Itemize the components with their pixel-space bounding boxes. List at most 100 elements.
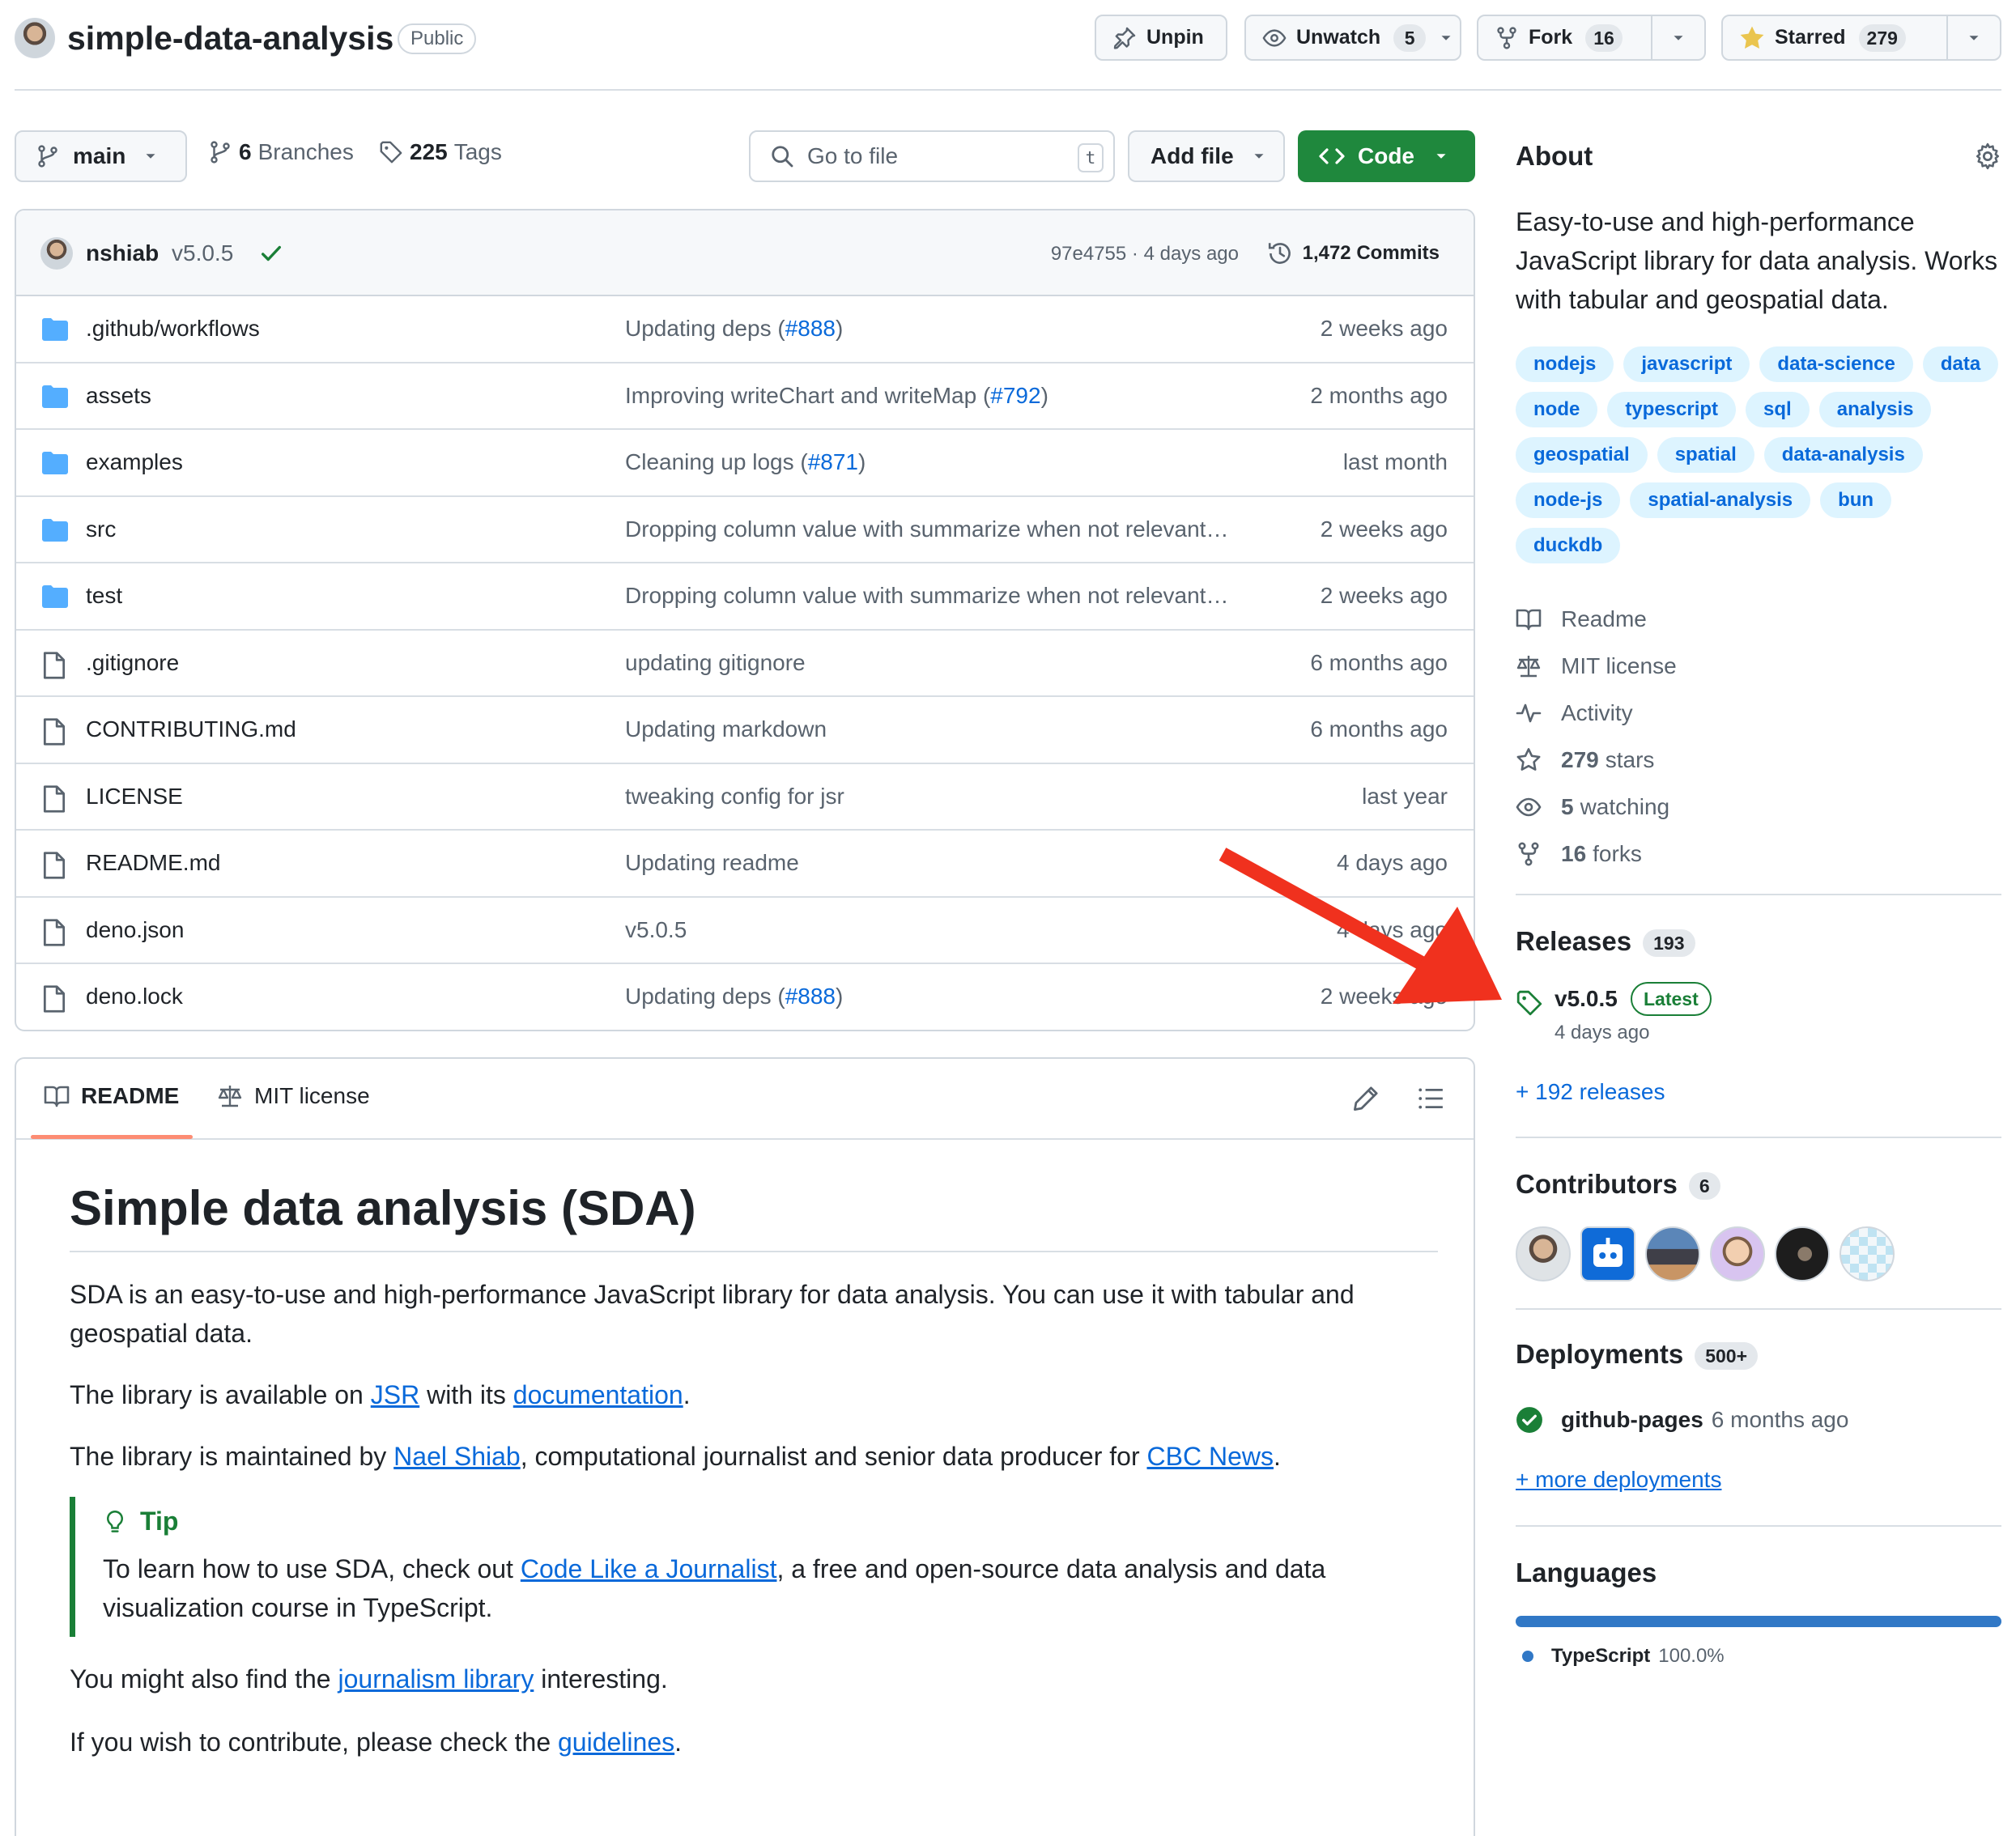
contributor-avatar[interactable] <box>1710 1226 1765 1281</box>
documentation-link[interactable]: documentation <box>513 1380 683 1409</box>
file-commit-message[interactable]: Updating deps (#888) <box>625 316 843 342</box>
file-name[interactable]: .gitignore <box>86 650 179 676</box>
more-deployments-link[interactable]: + more deployments <box>1516 1467 1721 1493</box>
file-name[interactable]: test <box>86 583 122 609</box>
stars-link[interactable]: 279 stars <box>1516 737 1677 784</box>
pencil-icon[interactable] <box>1352 1085 1380 1112</box>
topic-tag[interactable]: spatial-analysis <box>1630 482 1811 518</box>
contributor-avatar[interactable] <box>1516 1226 1571 1281</box>
topic-tag[interactable]: data <box>1922 346 1999 382</box>
table-row[interactable]: test Dropping column value with summarize… <box>16 563 1474 631</box>
commit-message[interactable]: v5.0.5 <box>172 240 233 266</box>
fork-dropdown[interactable] <box>1651 16 1704 59</box>
topic-tag[interactable]: bun <box>1820 482 1892 518</box>
table-row[interactable]: LICENSE tweaking config for jsr last year <box>16 764 1474 831</box>
topic-tag[interactable]: data-analysis <box>1763 437 1923 473</box>
nael-shiab-link[interactable]: Nael Shiab <box>393 1442 521 1471</box>
cbc-news-link[interactable]: CBC News <box>1147 1442 1274 1471</box>
table-row[interactable]: CONTRIBUTING.md Updating markdown 6 months… <box>16 697 1474 764</box>
table-row[interactable]: assets Improving writeChart and writeMap … <box>16 363 1474 430</box>
deployments-heading[interactable]: Deployments 500+ <box>1516 1339 1759 1371</box>
file-commit-message[interactable]: Improving writeChart and writeMap (#792) <box>625 383 1048 409</box>
readme-link[interactable]: Readme <box>1516 596 1677 643</box>
tab-license[interactable]: MIT license <box>217 1083 370 1109</box>
contributor-avatar[interactable] <box>1645 1226 1700 1281</box>
commit-author[interactable]: nshiab <box>86 240 159 266</box>
topic-tag[interactable]: node-js <box>1516 482 1621 518</box>
topic-tag[interactable]: analysis <box>1818 392 1932 427</box>
file-name[interactable]: CONTRIBUTING.md <box>86 716 296 742</box>
jsr-link[interactable]: JSR <box>371 1380 419 1409</box>
topic-tag[interactable]: data-science <box>1759 346 1913 382</box>
unpin-button[interactable]: Unpin <box>1095 15 1227 61</box>
code-like-a-journalist-link[interactable]: Code Like a Journalist <box>521 1554 777 1583</box>
releases-heading[interactable]: Releases 193 <box>1516 926 1695 958</box>
file-commit-message[interactable]: Updating markdown <box>625 716 827 742</box>
topic-tag[interactable]: geospatial <box>1516 437 1648 473</box>
file-commit-message[interactable]: Dropping column value with summarize whe… <box>625 583 1228 609</box>
starred-button[interactable]: Starred 279 <box>1721 15 2001 61</box>
pr-link[interactable]: #888 <box>785 316 836 341</box>
branch-selector[interactable]: main <box>15 130 187 182</box>
repo-name[interactable]: simple-data-analysis <box>67 19 393 57</box>
unwatch-button[interactable]: Unwatch 5 <box>1244 15 1461 61</box>
pr-link[interactable]: #888 <box>785 984 836 1009</box>
owner-avatar[interactable] <box>15 18 55 58</box>
activity-link[interactable]: Activity <box>1516 690 1677 737</box>
table-row[interactable]: .gitignore updating gitignore 6 months ago <box>16 631 1474 697</box>
fork-button[interactable]: Fork 16 <box>1477 15 1706 61</box>
topic-tag[interactable]: duckdb <box>1516 528 1621 563</box>
topic-tag[interactable]: spatial <box>1657 437 1754 473</box>
file-name[interactable]: src <box>86 516 116 542</box>
watching-link[interactable]: 5 watching <box>1516 784 1677 831</box>
list-outline-icon[interactable] <box>1417 1085 1444 1112</box>
license-link[interactable]: MIT license <box>1516 643 1677 690</box>
contributors-heading[interactable]: Contributors 6 <box>1516 1169 1720 1201</box>
file-commit-message[interactable]: v5.0.5 <box>625 917 687 943</box>
file-name[interactable]: assets <box>86 383 151 409</box>
deployment-item[interactable]: github-pages 6 months ago <box>1516 1406 1848 1434</box>
code-button[interactable]: Code <box>1298 130 1475 182</box>
commits-link[interactable]: 1,472 Commits <box>1267 240 1440 266</box>
bot-avatar[interactable] <box>1580 1226 1635 1281</box>
add-file-button[interactable]: Add file <box>1128 130 1285 182</box>
file-commit-message[interactable]: Updating readme <box>625 850 799 876</box>
table-row[interactable]: .github/workflows Updating deps (#888) 2 w… <box>16 296 1474 363</box>
tab-readme[interactable]: README <box>44 1083 179 1109</box>
chevron-down-icon[interactable] <box>1437 29 1455 47</box>
check-icon[interactable] <box>259 241 283 266</box>
table-row[interactable]: examples Cleaning up logs (#871) last mont… <box>16 430 1474 497</box>
file-name[interactable]: .github/workflows <box>86 316 260 342</box>
file-commit-message[interactable]: Cleaning up logs (#871) <box>625 449 866 475</box>
file-commit-message[interactable]: tweaking config for jsr <box>625 784 844 810</box>
pr-link[interactable]: #792 <box>990 383 1040 408</box>
topic-tag[interactable]: javascript <box>1623 346 1750 382</box>
guidelines-link[interactable]: guidelines <box>558 1728 674 1757</box>
topic-tag[interactable]: nodejs <box>1516 346 1614 382</box>
topic-tag[interactable]: typescript <box>1607 392 1737 427</box>
file-commit-message[interactable]: updating gitignore <box>625 650 806 676</box>
latest-release-name[interactable]: v5.0.5 <box>1555 986 1618 1012</box>
commit-author-avatar[interactable] <box>40 237 73 270</box>
commit-hash-time[interactable]: 97e4755 · 4 days ago <box>1051 243 1239 266</box>
file-name[interactable]: deno.lock <box>86 984 183 1009</box>
file-commit-message[interactable]: Dropping column value with summarize whe… <box>625 516 1228 542</box>
file-name[interactable]: deno.json <box>86 917 184 943</box>
file-name[interactable]: examples <box>86 449 183 475</box>
branches-link[interactable]: 6 Branches <box>208 139 354 165</box>
topic-tag[interactable]: sql <box>1746 392 1810 427</box>
tags-link[interactable]: 225 Tags <box>379 139 502 165</box>
pr-link[interactable]: #871 <box>808 449 858 474</box>
language-item[interactable]: TypeScript 100.0% <box>1522 1645 1725 1668</box>
file-name[interactable]: README.md <box>86 850 220 876</box>
topic-tag[interactable]: node <box>1516 392 1598 427</box>
contributor-avatar[interactable] <box>1839 1226 1895 1281</box>
go-to-file-input[interactable]: Go to file t <box>749 130 1115 182</box>
file-commit-message[interactable]: Updating deps (#888) <box>625 984 843 1009</box>
journalism-library-link[interactable]: journalism library <box>338 1664 534 1694</box>
table-row[interactable]: src Dropping column value with summarize … <box>16 497 1474 563</box>
gear-icon[interactable] <box>1974 142 2001 170</box>
file-name[interactable]: LICENSE <box>86 784 183 810</box>
forks-link[interactable]: 16 forks <box>1516 831 1677 878</box>
star-dropdown[interactable] <box>1946 16 2000 59</box>
